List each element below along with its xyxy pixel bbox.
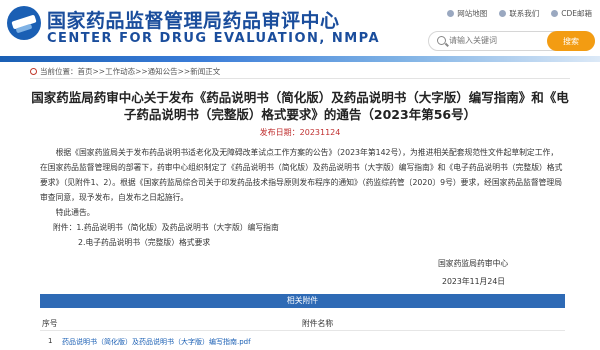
article-title: 国家药监局药审中心关于发布《药品说明书（简化版）及药品说明书（大字版）编写指南》…: [31, 90, 569, 122]
article-closing: 特此通告。: [55, 208, 95, 217]
link-contact-label: 联系我们: [509, 9, 540, 18]
publish-date: 发布日期：20231124: [259, 128, 341, 137]
signature: 国家药监局药审中心: [438, 259, 509, 268]
link-sitemap[interactable]: 网站地图: [447, 8, 487, 19]
mail-icon: [551, 10, 559, 17]
attachment-line-2: 2.电子药品说明书（完整版）格式要求: [78, 238, 211, 247]
search-box: 搜索: [428, 31, 595, 51]
link-cde-mail-label: CDE邮箱: [561, 9, 592, 18]
breadcrumb: 当前位置：首页>>工作动态>>通知公告>>新闻正文: [30, 66, 220, 77]
site-title-en: CENTER FOR DRUG EVALUATION, NMPA: [47, 31, 381, 46]
attachments-table-columns: 序号 附件名称: [40, 316, 565, 331]
article-paragraph: 根据《国家药监局关于发布药品说明书适老化及无障碍改革试点工作方案的公告》（202…: [40, 148, 563, 202]
search-input[interactable]: [449, 34, 539, 47]
contact-icon: [499, 10, 507, 17]
attachment-link[interactable]: 药品说明书（简化版）及药品说明书（大字版）编写指南.pdf: [62, 337, 251, 347]
column-name: 附件名称: [302, 319, 334, 328]
attachment-line-1: 附件：1.药品说明书（简化版）及药品说明书（大字版）编写指南: [53, 223, 279, 232]
breadcrumb-divider: [30, 78, 570, 79]
row-index: 1: [48, 337, 53, 345]
location-pin-icon: [30, 68, 37, 75]
signature-date: 2023年11月24日: [442, 277, 506, 286]
article-body: 根据《国家药监局关于发布药品说明书适老化及无障碍改革试点工作方案的公告》（202…: [40, 145, 565, 250]
link-contact[interactable]: 联系我们: [499, 8, 539, 19]
breadcrumb-text[interactable]: 当前位置：首页>>工作动态>>通知公告>>新闻正文: [40, 67, 220, 76]
location-icon: [447, 10, 455, 17]
column-index: 序号: [42, 319, 58, 328]
header-banner-band: [0, 56, 600, 62]
link-sitemap-label: 网站地图: [457, 9, 488, 18]
table-row: 1 药品说明书（简化版）及药品说明书（大字版）编写指南.pdf: [40, 334, 565, 348]
link-cde-mail[interactable]: CDE邮箱: [551, 8, 592, 19]
site-title-cn[interactable]: 国家药品监督管理局药品审评中心: [47, 6, 340, 33]
search-button[interactable]: 搜索: [547, 31, 595, 51]
site-header: 国家药品监督管理局药品审评中心 CENTER FOR DRUG EVALUATI…: [0, 0, 600, 56]
top-links: 网站地图 联系我们 CDE邮箱: [447, 8, 592, 19]
attachments-table-heading: 相关附件: [40, 294, 565, 308]
nmpa-logo-icon[interactable]: [7, 6, 41, 40]
search-icon: [437, 36, 446, 45]
